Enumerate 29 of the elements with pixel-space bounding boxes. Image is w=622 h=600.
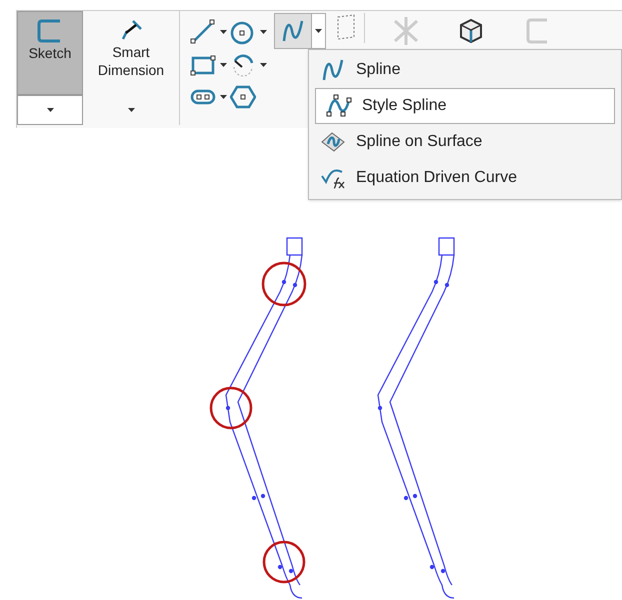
toolbar-button[interactable]: Smart Dimension xyxy=(83,11,179,95)
curve-icon xyxy=(320,58,346,82)
polygon-icon xyxy=(230,85,256,109)
curve-icon xyxy=(280,19,306,43)
toolbar-button[interactable]: Sketch xyxy=(17,11,83,95)
caret-icon xyxy=(220,95,227,99)
circle-icon xyxy=(230,19,256,45)
menu-item[interactable]: Style Spline xyxy=(315,88,615,124)
line-icon xyxy=(190,19,216,45)
menu-item[interactable]: Spline on Surface xyxy=(310,124,620,160)
caret-icon xyxy=(220,63,227,67)
trim-icon xyxy=(391,17,421,45)
highlight-circle xyxy=(210,386,252,430)
cube-icon xyxy=(457,17,485,45)
slot-icon xyxy=(190,87,216,107)
caret-icon xyxy=(128,108,134,112)
highlight-circle xyxy=(262,262,306,306)
caret-icon xyxy=(315,29,322,33)
dropdown-button[interactable] xyxy=(311,14,325,48)
highlight-circle xyxy=(262,540,306,584)
caret-icon xyxy=(220,30,227,34)
caret-icon xyxy=(46,108,54,112)
menu-item[interactable]: Equation Driven Curve xyxy=(310,160,620,196)
surface-curve-icon xyxy=(320,130,346,154)
caret-icon xyxy=(260,30,267,34)
curve-icon xyxy=(326,94,352,118)
rectangle-icon xyxy=(190,53,216,77)
caret-icon xyxy=(260,63,267,67)
menu-item[interactable]: Spline xyxy=(310,52,620,88)
